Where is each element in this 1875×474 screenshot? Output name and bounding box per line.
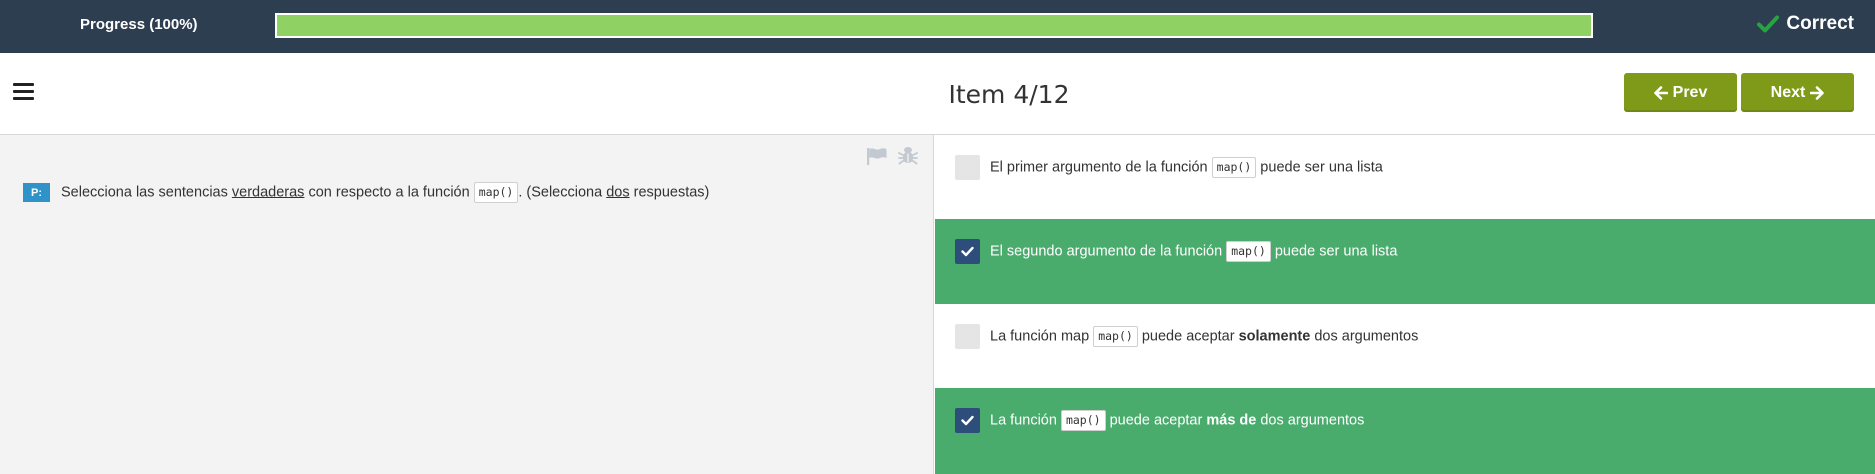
arrow-right-icon — [1810, 85, 1825, 100]
next-label: Next — [1770, 83, 1806, 101]
option-bold-text: más de — [1206, 412, 1257, 429]
option-text-part: puede aceptar — [1137, 328, 1239, 345]
options-panel: El primer argumento de la función map() … — [935, 135, 1875, 474]
option-text-part: El segundo argumento de la función — [990, 243, 1227, 260]
option-text-part: dos argumentos — [1256, 412, 1365, 429]
answer-option-4[interactable]: La función map() puede aceptar más de do… — [935, 388, 1875, 474]
option-text-part: puede ser una lista — [1256, 159, 1383, 176]
progress-fill — [277, 15, 1591, 36]
option-text: El segundo argumento de la función map()… — [990, 241, 1397, 262]
question-text-part: . (Selecciona — [518, 184, 607, 201]
code-snippet: map() — [1093, 326, 1138, 347]
option-text: El primer argumento de la función map() … — [990, 157, 1383, 178]
checkbox[interactable] — [955, 155, 980, 180]
item-title: Item 4/12 — [948, 80, 1070, 109]
code-snippet: map() — [1226, 241, 1271, 262]
question-badge: P: — [23, 183, 50, 202]
question-underline-dos: dos — [606, 184, 630, 201]
checkmark-icon — [961, 415, 974, 426]
option-text-part: dos argumentos — [1310, 328, 1419, 345]
checkmark-icon — [961, 246, 974, 257]
code-snippet: map() — [1060, 410, 1106, 431]
code-snippet: map() — [473, 182, 519, 203]
question-text-part: con respecto a la función — [304, 184, 474, 201]
flag-icon[interactable] — [866, 147, 888, 165]
question-text: Selecciona las sentencias verdaderas con… — [61, 182, 709, 203]
answer-option-1[interactable]: El primer argumento de la función map() … — [935, 135, 1875, 219]
checkbox-checked[interactable] — [955, 239, 980, 264]
option-text: La función map() puede aceptar más de do… — [990, 410, 1364, 431]
option-bold-text: solamente — [1238, 328, 1311, 345]
status-indicator: Correct — [1757, 13, 1854, 35]
answer-option-2[interactable]: El segundo argumento de la función map()… — [935, 219, 1875, 304]
item-header: Item 4/12 Prev Next — [0, 53, 1875, 135]
bug-icon[interactable] — [898, 145, 918, 166]
question-text-part: Selecciona las sentencias — [61, 184, 232, 201]
prev-button[interactable]: Prev — [1624, 73, 1737, 112]
checkbox-checked[interactable] — [955, 408, 980, 433]
question-panel: P: Selecciona las sentencias verdaderas … — [0, 135, 934, 474]
option-text-part: El primer argumento de la función — [990, 159, 1212, 176]
next-button[interactable]: Next — [1741, 73, 1854, 112]
question-text-part: respuestas) — [629, 184, 710, 201]
arrow-left-icon — [1653, 85, 1668, 100]
progress-bar-header: Progress (100%) Correct — [0, 0, 1875, 53]
prev-label: Prev — [1672, 83, 1708, 101]
progress-label: Progress (100%) — [80, 16, 198, 33]
check-icon — [1757, 15, 1780, 33]
question-underline-verdaderas: verdaderas — [231, 184, 305, 201]
checkbox[interactable] — [955, 324, 980, 349]
answer-option-3[interactable]: La función map map() puede aceptar solam… — [935, 304, 1875, 388]
option-text: La función map map() puede aceptar solam… — [990, 326, 1418, 347]
option-text-part: puede ser una lista — [1270, 243, 1398, 260]
option-text-part: La función — [990, 412, 1061, 429]
progress-track — [275, 13, 1593, 38]
status-label: Correct — [1786, 13, 1854, 34]
option-text-part: La función map — [990, 328, 1094, 345]
option-text-part: puede aceptar — [1105, 412, 1207, 429]
code-snippet: map() — [1211, 157, 1257, 178]
